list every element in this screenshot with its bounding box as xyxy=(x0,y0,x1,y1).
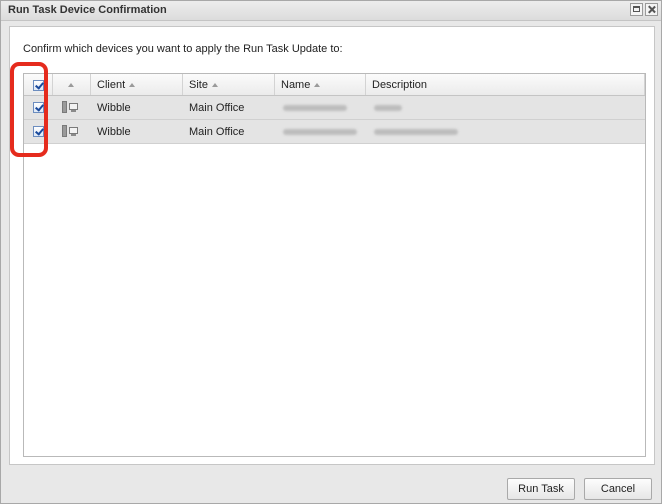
row-client: Wibble xyxy=(97,126,131,138)
content-panel: Confirm which devices you want to apply … xyxy=(9,26,655,465)
header-site-column[interactable]: Site xyxy=(183,74,275,95)
row-type-cell xyxy=(53,96,91,119)
sort-arrow-icon xyxy=(68,83,74,87)
redacted-name xyxy=(283,105,347,111)
sort-arrow-icon xyxy=(211,83,218,87)
sort-arrow-icon xyxy=(314,83,321,87)
header-description-column[interactable]: Description xyxy=(366,74,645,95)
title-bar[interactable]: Run Task Device Confirmation xyxy=(1,1,661,21)
row-type-cell xyxy=(53,120,91,143)
grid-header: Client Site Name Description xyxy=(24,74,645,96)
desktop-computer-icon xyxy=(62,101,80,113)
client-column-label: Client xyxy=(97,79,126,91)
devices-grid: Client Site Name Description Wibble Main… xyxy=(23,73,646,457)
row-site: Main Office xyxy=(189,102,245,114)
name-column-label: Name xyxy=(281,79,311,91)
desktop-computer-icon xyxy=(62,125,80,137)
header-type-column[interactable] xyxy=(53,74,91,95)
site-column-label: Site xyxy=(189,79,208,91)
instruction-text: Confirm which devices you want to apply … xyxy=(23,43,343,55)
sort-arrow-icon xyxy=(129,83,136,87)
table-row[interactable]: Wibble Main Office xyxy=(24,96,645,120)
run-task-device-confirmation-dialog: Run Task Device Confirmation Confirm whi… xyxy=(0,0,662,504)
redacted-description xyxy=(374,129,458,135)
dialog-title: Run Task Device Confirmation xyxy=(8,4,167,16)
redacted-name xyxy=(283,129,357,135)
checkbox-highlight-annotation xyxy=(10,62,48,157)
table-row[interactable]: Wibble Main Office xyxy=(24,120,645,144)
header-client-column[interactable]: Client xyxy=(91,74,183,95)
row-client: Wibble xyxy=(97,102,131,114)
description-column-label: Description xyxy=(372,79,428,91)
close-icon[interactable] xyxy=(645,3,658,16)
run-task-button[interactable]: Run Task xyxy=(507,478,575,500)
cancel-button[interactable]: Cancel xyxy=(584,478,652,500)
redacted-description xyxy=(374,105,402,111)
row-site: Main Office xyxy=(189,126,245,138)
maximize-icon[interactable] xyxy=(630,3,643,16)
header-name-column[interactable]: Name xyxy=(275,74,366,95)
